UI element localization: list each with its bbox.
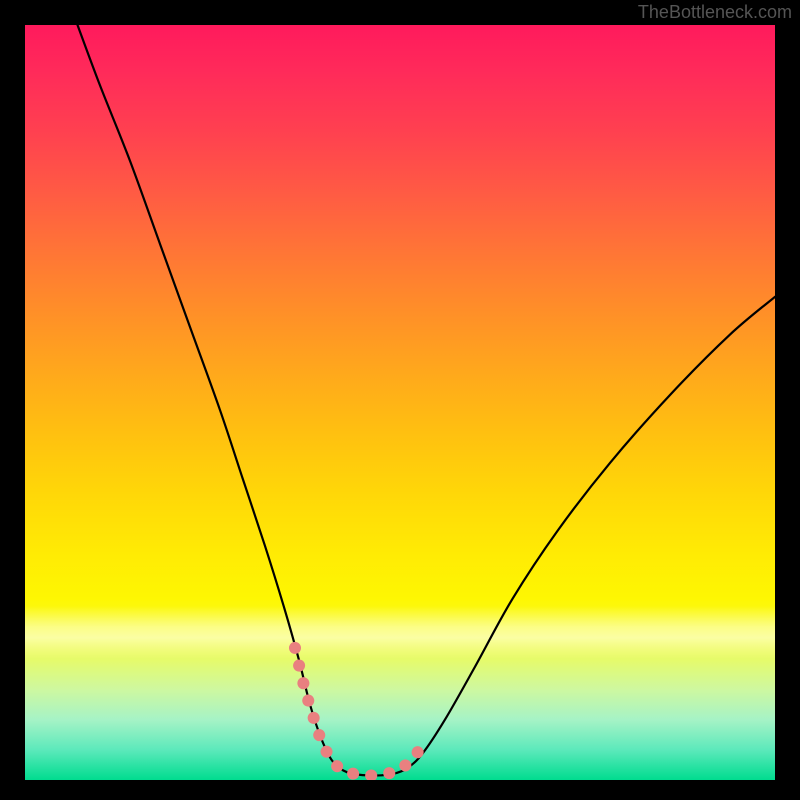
valley-highlight	[295, 648, 424, 776]
chart-plot-area	[25, 25, 775, 780]
watermark-text: TheBottleneck.com	[638, 2, 792, 23]
chart-svg	[25, 25, 775, 780]
main-curve	[78, 25, 776, 776]
